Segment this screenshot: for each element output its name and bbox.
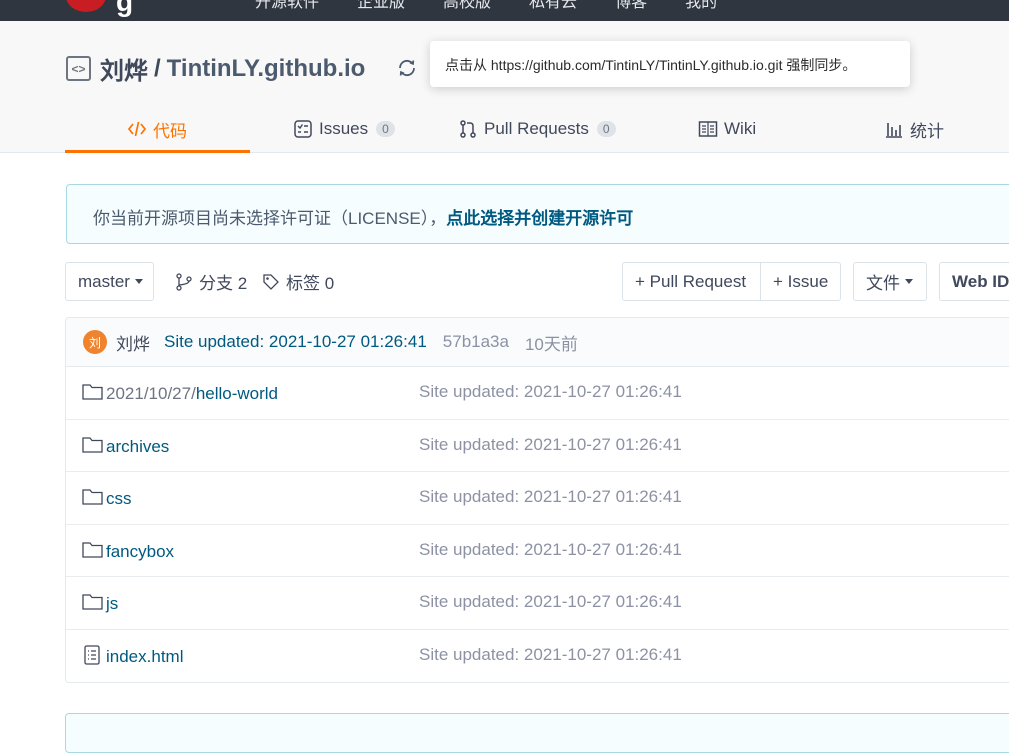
folder-icon [82, 384, 103, 400]
book-icon [698, 121, 718, 137]
file-name-link[interactable]: fancybox [106, 542, 174, 562]
topnav-item[interactable]: 企业版 [357, 0, 405, 12]
file-row[interactable]: js Site updated: 2021-10-27 01:26:41 [66, 577, 1009, 630]
web-ide-label: Web IDE [952, 271, 1009, 291]
new-pull-request-label: + Pull Request [635, 271, 747, 291]
file-text-icon [84, 644, 100, 665]
branch-label: master [78, 271, 130, 291]
file-commit-message[interactable]: Site updated: 2021-10-27 01:26:41 [419, 435, 682, 455]
branches-count: 分支 2 [199, 274, 248, 293]
license-text: 你当前开源项目尚未选择许可证（LICENSE）， [93, 209, 447, 228]
issues-icon [294, 120, 312, 138]
tab-label: Pull Requests [484, 119, 589, 138]
tab-stats[interactable]: 统计 [884, 105, 944, 153]
repo-tabs: 代码 Issues 0 Pull Requests 0 Wiki 统计 [65, 105, 1009, 153]
tab-code[interactable]: 代码 [127, 105, 187, 153]
file-commit-message[interactable]: Site updated: 2021-10-27 01:26:41 [419, 487, 682, 507]
tab-label: 代码 [153, 121, 187, 141]
repo-name-link[interactable]: TintinLY.github.io [167, 55, 366, 83]
file-list: 刘 刘烨 Site updated: 2021-10-27 01:26:41 5… [65, 317, 1009, 683]
new-issue-label: + Issue [773, 271, 829, 291]
topnav-item[interactable]: 我的 [685, 0, 717, 12]
active-tab-indicator [65, 150, 250, 153]
tags-link[interactable]: 标签 0 [262, 262, 334, 301]
top-nav: 开源软件 企业版 高校版 私有云 博客 我的 [255, 0, 717, 12]
repo-toolbar: master 分支 2 标签 0 + Pull Request + Issue … [65, 262, 1009, 302]
file-name-link[interactable]: js [106, 594, 118, 614]
issues-count-badge: 0 [376, 121, 395, 137]
topnav-item[interactable]: 高校版 [443, 0, 491, 12]
repo-owner-link[interactable]: 刘烨 [100, 51, 148, 86]
folder-path-prefix: 2021/10/27/ [106, 384, 196, 403]
avatar[interactable]: 刘 [83, 330, 107, 354]
file-menu-label: 文件 [866, 274, 900, 293]
file-name-link[interactable]: css [106, 489, 132, 509]
file-name-link[interactable]: archives [106, 437, 169, 457]
commit-author[interactable]: 刘烨 [116, 330, 150, 355]
chevron-down-icon [905, 279, 913, 284]
branch-select[interactable]: master [65, 262, 154, 301]
create-license-link[interactable]: 点此选择并创建开源许可 [446, 209, 633, 228]
file-row[interactable]: fancybox Site updated: 2021-10-27 01:26:… [66, 525, 1009, 577]
file-commit-message[interactable]: Site updated: 2021-10-27 01:26:41 [419, 592, 682, 612]
tab-wiki[interactable]: Wiki [698, 105, 756, 153]
new-pull-request-button[interactable]: + Pull Request [622, 262, 761, 301]
commit-sha[interactable]: 57b1a3a [443, 332, 509, 352]
file-menu-button[interactable]: 文件 [853, 262, 927, 301]
logo-text[interactable]: g [116, 0, 133, 18]
tab-issues[interactable]: Issues 0 [293, 105, 395, 153]
sync-tooltip: 点击从 https://github.com/TintinLY/TintinLY… [430, 41, 910, 87]
branches-link[interactable]: 分支 2 [175, 262, 247, 301]
branch-icon [176, 272, 192, 291]
tag-icon [263, 273, 279, 290]
web-ide-button[interactable]: Web IDE [939, 262, 1009, 301]
file-commit-message[interactable]: Site updated: 2021-10-27 01:26:41 [419, 382, 682, 402]
file-commit-message[interactable]: Site updated: 2021-10-27 01:26:41 [419, 645, 682, 665]
latest-commit-bar: 刘 刘烨 Site updated: 2021-10-27 01:26:41 5… [66, 318, 1009, 367]
readme-box [65, 713, 1009, 753]
topnav-item[interactable]: 博客 [615, 0, 647, 12]
tab-label: Wiki [724, 119, 757, 138]
topnav-item[interactable]: 私有云 [529, 0, 577, 12]
commit-message[interactable]: Site updated: 2021-10-27 01:26:41 [164, 332, 427, 352]
file-row[interactable]: 2021/10/27/hello-world Site updated: 202… [66, 367, 1009, 420]
folder-icon [82, 436, 103, 453]
folder-icon [82, 594, 103, 610]
pull-requests-count-badge: 0 [596, 121, 616, 137]
folder-icon [82, 541, 103, 558]
chevron-down-icon [134, 279, 143, 284]
code-icon [127, 121, 147, 137]
file-name-link[interactable]: index.html [106, 647, 183, 667]
gitee-logo[interactable] [66, 0, 106, 12]
file-name-link[interactable]: 2021/10/27/hello-world [106, 384, 278, 404]
tab-pull-requests[interactable]: Pull Requests 0 [458, 105, 616, 153]
repo-title: <> 刘烨 / TintinLY.github.io [66, 51, 365, 86]
topnav-item[interactable]: 开源软件 [255, 0, 319, 12]
file-name: hello-world [195, 384, 279, 403]
new-issue-button[interactable]: + Issue [760, 262, 841, 301]
file-row[interactable]: css Site updated: 2021-10-27 01:26:41 [66, 472, 1009, 525]
license-notice: 你当前开源项目尚未选择许可证（LICENSE），点此选择并创建开源许可 [66, 184, 1009, 244]
file-commit-message[interactable]: Site updated: 2021-10-27 01:26:41 [419, 540, 682, 560]
bar-chart-icon [886, 123, 902, 138]
pull-request-icon [460, 120, 476, 138]
tab-label: Issues [319, 119, 369, 138]
sync-icon[interactable] [396, 57, 418, 79]
tab-label: 统计 [910, 121, 944, 141]
tags-count: 标签 0 [286, 274, 335, 293]
commit-time: 10天前 [524, 334, 578, 354]
top-navbar: g 开源软件 企业版 高校版 私有云 博客 我的 [0, 0, 1009, 21]
file-row[interactable]: index.html Site updated: 2021-10-27 01:2… [66, 630, 1009, 683]
file-row[interactable]: archives Site updated: 2021-10-27 01:26:… [66, 420, 1009, 472]
folder-icon [82, 489, 103, 505]
repo-separator: / [154, 54, 161, 82]
repo-code-icon: <> [66, 56, 91, 81]
